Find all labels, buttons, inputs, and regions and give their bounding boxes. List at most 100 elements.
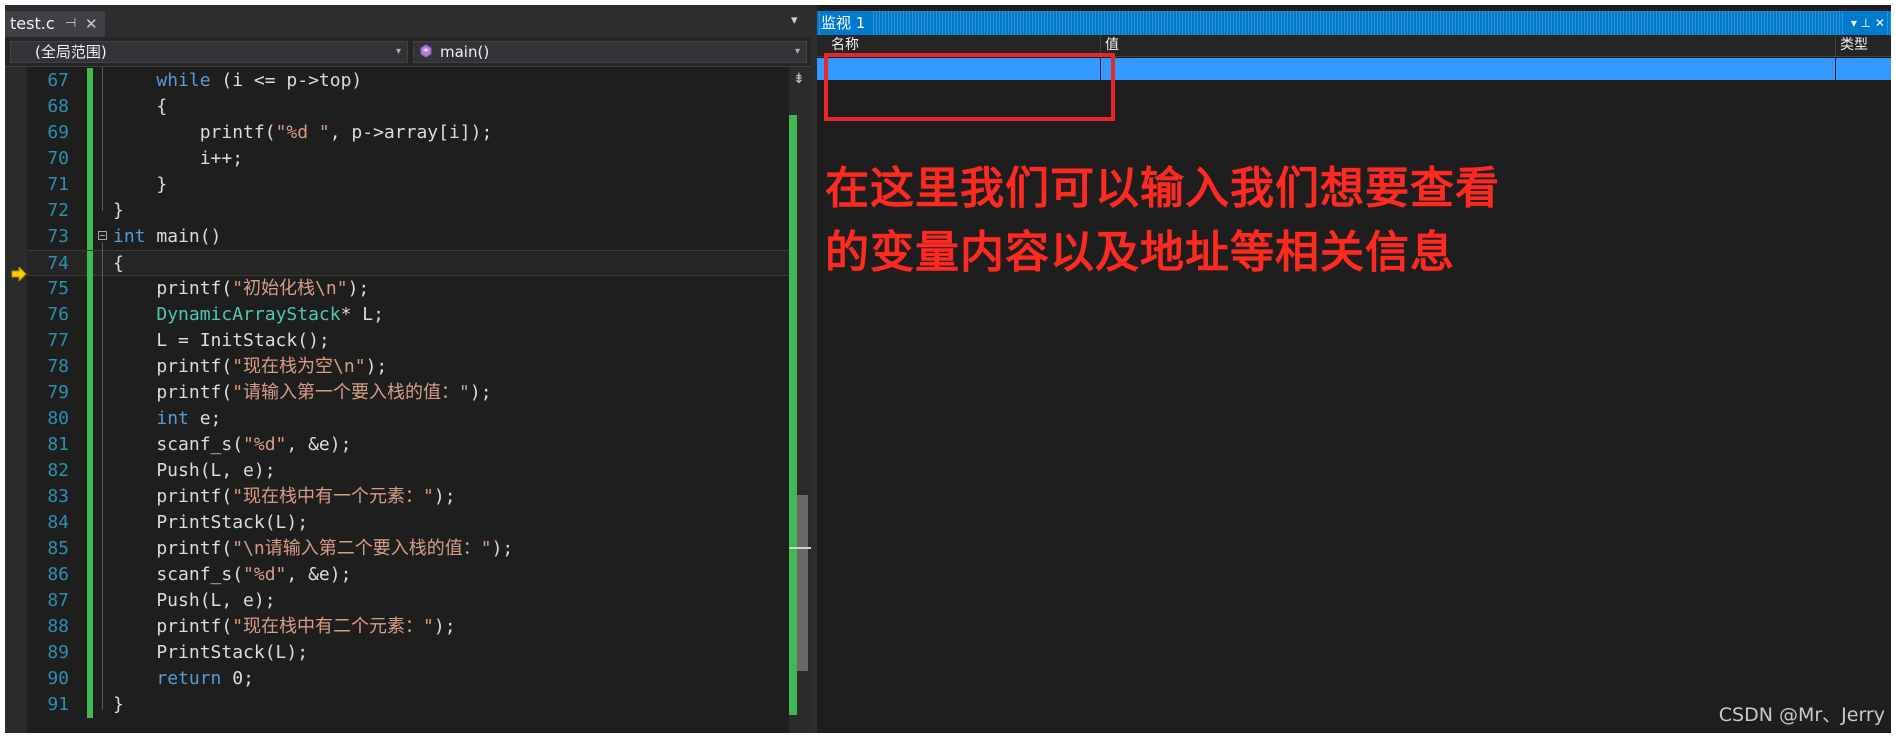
line-number: 77 (47, 330, 69, 351)
line-number: 76 (47, 304, 69, 325)
line-number: 79 (47, 382, 69, 403)
code-line[interactable]: 79 printf("请输入第一个要入栈的值："); (27, 380, 789, 406)
line-number: 73 (47, 226, 69, 247)
code-line[interactable]: 77 L = InitStack(); (27, 328, 789, 354)
glyph-margin[interactable] (5, 67, 27, 733)
change-tracking-bar (87, 94, 93, 120)
token: 0; (221, 668, 254, 689)
close-icon[interactable]: ✕ (85, 11, 98, 37)
split-editor-icon[interactable]: ⇟ (793, 71, 805, 87)
code-editor: test.c ⊣ ✕ ▾ (全局范围) ▾ main() ▾ 67 while … (5, 5, 811, 733)
token: } (113, 174, 168, 195)
navigation-bar: (全局范围) ▾ main() ▾ (5, 37, 811, 67)
code-line[interactable]: 85 printf("\n请输入第二个要入栈的值："); (27, 536, 789, 562)
code-line[interactable]: 84 PrintStack(L); (27, 510, 789, 536)
token-str: "%d" (243, 564, 287, 585)
code-line[interactable]: 72} (27, 198, 789, 224)
change-tracking-bar (87, 251, 93, 277)
code-line[interactable]: 70 i++; (27, 146, 789, 172)
token-kw: return (156, 668, 222, 689)
code-line[interactable]: 69 printf("%d ", p->array[i]); (27, 120, 789, 146)
tab-test-c[interactable]: test.c ⊣ ✕ (5, 11, 105, 37)
tab-list-dropdown-icon[interactable]: ▾ (791, 13, 798, 28)
function-dropdown-value: main() (440, 43, 490, 61)
scrollbar-caret-marker (789, 547, 811, 549)
token: printf( (113, 538, 233, 559)
code-text: printf("\n请输入第二个要入栈的值："); (113, 536, 513, 562)
code-line[interactable]: 74 { (27, 250, 789, 277)
code-line[interactable]: 88 printf("现在栈中有二个元素："); (27, 614, 789, 640)
pin-icon[interactable]: ⊣ (65, 11, 76, 37)
outline-guide (102, 67, 103, 211)
change-tracking-bar (87, 328, 93, 354)
change-tracking-bar (87, 484, 93, 510)
token: * L; (340, 304, 384, 325)
fold-minus-icon[interactable] (98, 231, 107, 240)
scope-dropdown-value: (全局范围) (35, 43, 107, 61)
code-text: } (113, 198, 124, 224)
code-text: PrintStack(L); (113, 640, 308, 666)
code-text-area[interactable]: 67 while (i <= p->top) 68 {69 printf("%d … (27, 67, 789, 733)
token-str: "现在栈中有一个元素：" (232, 486, 434, 507)
code-text: int e; (113, 406, 221, 432)
change-tracking-bar (87, 510, 93, 536)
change-tracking-bar (87, 692, 93, 718)
line-number: 80 (47, 408, 69, 429)
token: , &e); (286, 564, 352, 585)
code-text: scanf_s("%d", &e); (113, 562, 351, 588)
tab-label: test.c (10, 14, 55, 33)
code-line[interactable]: 83 printf("现在栈中有一个元素："); (27, 484, 789, 510)
change-tracking-bar (87, 666, 93, 692)
line-number: 87 (47, 590, 69, 611)
change-tracking-bar (87, 640, 93, 666)
scrollbar-change-marks (789, 115, 797, 715)
token: } (113, 694, 124, 715)
code-text: { (113, 94, 167, 120)
token: i++; (113, 148, 244, 169)
line-number: 86 (47, 564, 69, 585)
code-line[interactable]: 86 scanf_s("%d", &e); (27, 562, 789, 588)
code-line[interactable]: 90 return 0; (27, 666, 789, 692)
code-line[interactable]: 89 PrintStack(L); (27, 640, 789, 666)
token: ); (347, 278, 370, 299)
code-text: scanf_s("%d", &e); (113, 432, 351, 458)
code-line[interactable]: 71 } (27, 172, 789, 198)
code-line[interactable]: 76 DynamicArrayStack* L; (27, 302, 789, 328)
token: Push(L, e); (113, 590, 276, 611)
code-line[interactable]: 81 scanf_s("%d", &e); (27, 432, 789, 458)
chevron-down-icon: ▾ (395, 46, 401, 57)
token: scanf_s( (113, 434, 244, 455)
code-text: Push(L, e); (113, 588, 276, 614)
change-tracking-bar (87, 458, 93, 484)
scrollbar-thumb[interactable] (797, 495, 808, 671)
code-line[interactable]: 80 int e; (27, 406, 789, 432)
code-line[interactable]: 82 Push(L, e); (27, 458, 789, 484)
watermark: CSDN @Mr、Jerry (1718, 704, 1885, 726)
vertical-scrollbar[interactable]: ⇟ (789, 67, 811, 733)
code-line[interactable]: 91} (27, 692, 789, 718)
change-tracking-bar (87, 224, 93, 250)
code-line[interactable]: 68 { (27, 94, 789, 120)
token: ); (491, 538, 514, 559)
code-line[interactable]: 67 while (i <= p->top) (27, 68, 789, 94)
column-type-header[interactable]: 类型 (1840, 35, 1868, 57)
window-controls[interactable]: ▾ ⊥ ✕ (1844, 11, 1885, 35)
code-line[interactable]: 87 Push(L, e); (27, 588, 789, 614)
function-dropdown[interactable]: main() ▾ (413, 41, 807, 63)
token: printf( (113, 122, 276, 143)
code-text: } (113, 172, 167, 198)
scope-dropdown[interactable]: (全局范围) ▾ (10, 41, 408, 63)
token: ); (365, 356, 388, 377)
code-text: printf("现在栈中有二个元素："); (113, 614, 455, 640)
token-kw: while (156, 70, 211, 91)
column-separator[interactable] (1835, 35, 1836, 57)
code-line[interactable]: 75 printf("初始化栈\n"); (27, 276, 789, 302)
code-text: printf("请输入第一个要入栈的值："); (113, 380, 491, 406)
token: printf( (113, 356, 233, 377)
code-text: printf("现在栈中有一个元素："); (113, 484, 455, 510)
code-line[interactable]: 78 printf("现在栈为空\n"); (27, 354, 789, 380)
change-tracking-bar (87, 380, 93, 406)
code-line[interactable]: 73 int main() (27, 224, 789, 250)
watch-title-bar[interactable]: 监视 1 ▾ ⊥ ✕ (817, 11, 1891, 35)
